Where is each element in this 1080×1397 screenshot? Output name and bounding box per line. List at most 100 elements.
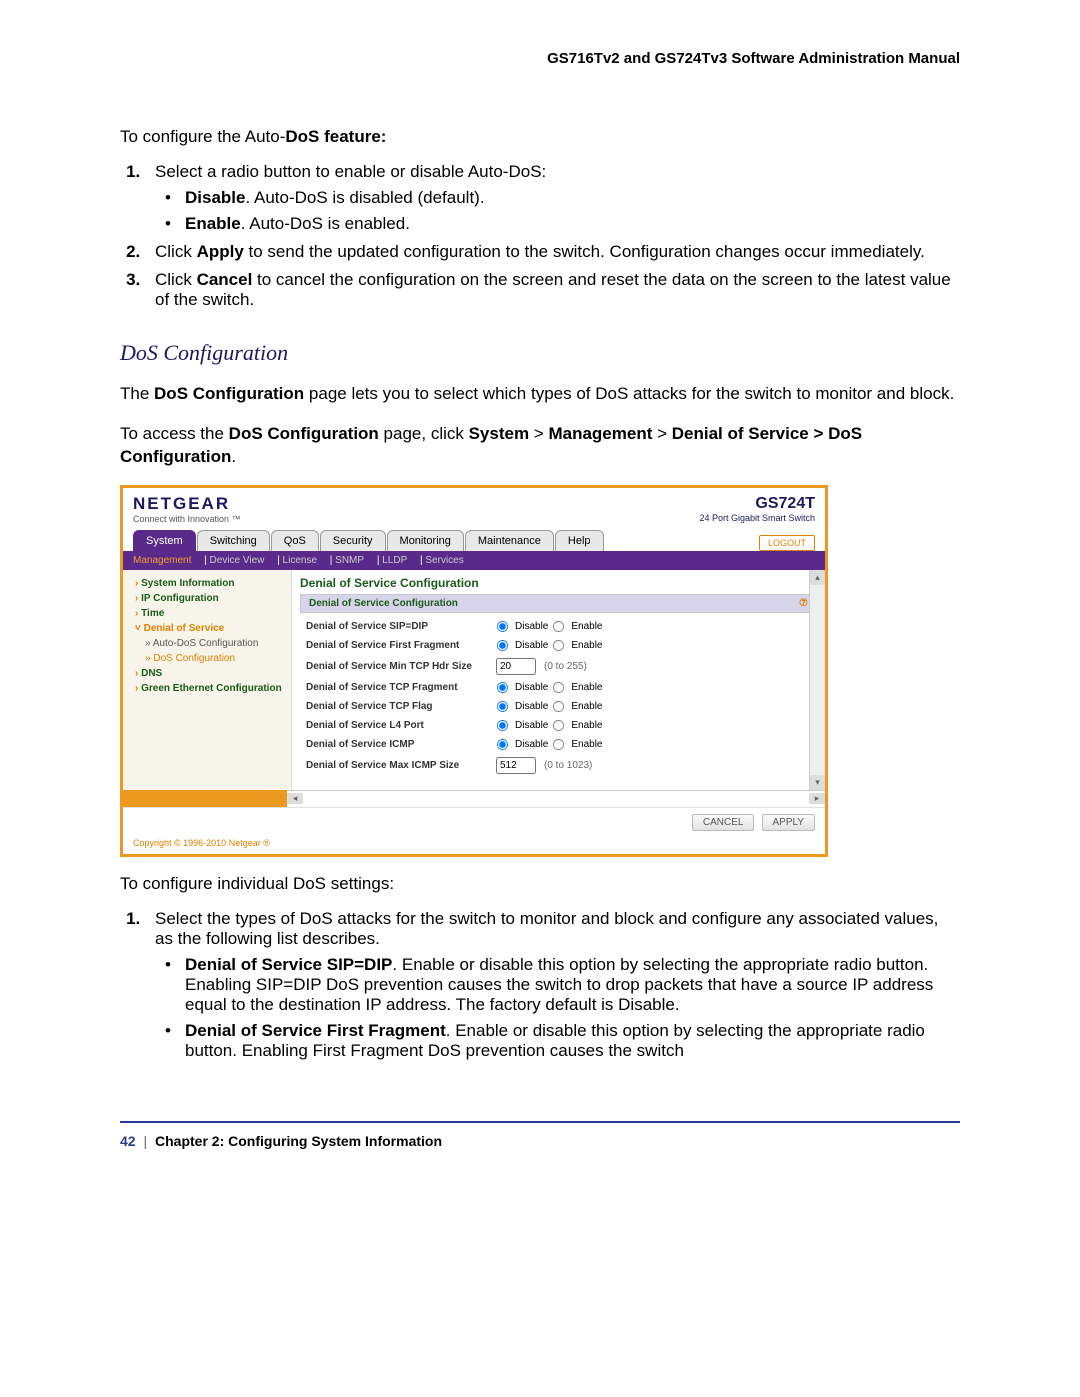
sidebar-item-dos-config[interactable]: » DoS Configuration (127, 651, 287, 666)
step-1: Select a radio button to enable or disab… (145, 162, 960, 234)
subnav-snmp[interactable]: SNMP (335, 555, 364, 566)
label-tcp-flag: Denial of Service TCP Flag (306, 701, 496, 712)
radio-ff-disable[interactable] (497, 640, 508, 651)
para-2-pre: To access the (120, 424, 229, 443)
subnav-services[interactable]: Services (425, 555, 463, 566)
tab-security[interactable]: Security (320, 530, 386, 551)
bullet-disable-rest: . Auto-DoS is disabled (default). (245, 188, 484, 207)
radio-tcpfrag-enable[interactable] (553, 682, 564, 693)
model-subtitle: 24 Port Gigabit Smart Switch (699, 513, 815, 523)
model-name: GS724T (699, 495, 815, 513)
radio-tcpflag-disable[interactable] (497, 701, 508, 712)
brand-block: NETGEAR Connect with Innovation ™ (133, 494, 241, 524)
opt-disable-3: Disable (515, 682, 548, 693)
step-3: Click Cancel to cancel the configuration… (145, 270, 960, 310)
tab-switching[interactable]: Switching (197, 530, 270, 551)
bullet-disable: Disable. Auto-DoS is disabled (default). (185, 188, 960, 208)
para-1-bold: DoS Configuration (154, 384, 304, 403)
subnav-management[interactable]: Management (133, 555, 191, 566)
screenshot-body: System Information IP Configuration Time… (123, 570, 825, 790)
row-first-fragment: Denial of Service First Fragment Disable… (302, 636, 815, 655)
para-2-b3: Management (548, 424, 652, 443)
row-tcp-fragment: Denial of Service TCP Fragment Disable E… (302, 678, 815, 697)
scroll-down-icon[interactable]: ▾ (810, 775, 825, 790)
sidebar-item-auto-dos[interactable]: » Auto-DoS Configuration (127, 636, 287, 651)
range-min-tcp-hdr: (0 to 255) (544, 661, 587, 672)
radio-l4-enable[interactable] (553, 720, 564, 731)
logout-button[interactable]: LOGOUT (759, 535, 815, 551)
sidebar-item-green-ethernet[interactable]: Green Ethernet Configuration (127, 681, 287, 696)
copyright-text: Copyright © 1996-2010 Netgear ® (123, 835, 825, 854)
panel-header: Denial of Service Configuration ⑦ (300, 594, 817, 613)
label-l4-port: Denial of Service L4 Port (306, 720, 496, 731)
tab-monitoring[interactable]: Monitoring (387, 530, 464, 551)
sub-nav: Management | Device View | License | SNM… (123, 551, 825, 570)
apply-button[interactable]: APPLY (762, 814, 816, 831)
subnav-license[interactable]: License (283, 555, 317, 566)
radio-ff-enable[interactable] (553, 640, 564, 651)
row-max-icmp: Denial of Service Max ICMP Size (0 to 10… (302, 754, 815, 777)
scroll-right-icon[interactable]: ▸ (809, 793, 825, 804)
radio-icmp-enable[interactable] (553, 739, 564, 750)
sidebar-item-time[interactable]: Time (127, 606, 287, 621)
dos-form: Denial of Service SIP=DIP Disable Enable… (300, 613, 817, 781)
model-block: GS724T 24 Port Gigabit Smart Switch (699, 495, 815, 523)
row-icmp: Denial of Service ICMP Disable Enable (302, 735, 815, 754)
sidebar-item-dns[interactable]: DNS (127, 666, 287, 681)
para-2-mid1: page, click (379, 424, 469, 443)
radio-sip-dip-enable[interactable] (553, 621, 564, 632)
step-2-bold: Apply (197, 242, 244, 261)
step-1-text: Select a radio button to enable or disab… (155, 162, 546, 181)
para-2-b1: DoS Configuration (229, 424, 379, 443)
subnav-lldp[interactable]: LLDP (382, 555, 407, 566)
sidebar-item-ip-config[interactable]: IP Configuration (127, 591, 287, 606)
sidebar-item-system-info[interactable]: System Information (127, 576, 287, 591)
dos-config-screenshot: NETGEAR Connect with Innovation ™ GS724T… (120, 485, 828, 857)
label-max-icmp: Denial of Service Max ICMP Size (306, 760, 496, 771)
sidebar-item-dos[interactable]: Denial of Service (127, 621, 287, 636)
bullet-sip-dip-bold: Denial of Service SIP=DIP (185, 955, 392, 974)
tab-system[interactable]: System (133, 530, 196, 551)
intro-bold: DoS feature: (285, 127, 386, 146)
help-icon[interactable]: ⑦ (799, 598, 808, 609)
horizontal-scrollbar[interactable]: ◂ ▸ (287, 790, 825, 807)
page-number: 42 (120, 1133, 136, 1149)
scroll-left-icon[interactable]: ◂ (287, 793, 303, 804)
input-max-icmp[interactable] (496, 757, 536, 774)
opt-disable-2: Disable (515, 640, 548, 651)
tab-qos[interactable]: QoS (271, 530, 319, 551)
brand-tagline: Connect with Innovation ™ (133, 514, 241, 524)
subnav-device-view[interactable]: Device View (210, 555, 265, 566)
radio-tcpflag-enable[interactable] (553, 701, 564, 712)
para-2-b2: System (469, 424, 529, 443)
opt-enable-4: Enable (571, 701, 602, 712)
label-sip-dip: Denial of Service SIP=DIP (306, 621, 496, 632)
radio-icmp-disable[interactable] (497, 739, 508, 750)
bullet-sip-dip: Denial of Service SIP=DIP. Enable or dis… (185, 955, 960, 1015)
bullet-first-fragment: Denial of Service First Fragment. Enable… (185, 1021, 960, 1061)
sidebar: System Information IP Configuration Time… (123, 570, 292, 790)
radio-tcpfrag-disable[interactable] (497, 682, 508, 693)
chapter-label: Chapter 2: Configuring System Informatio… (155, 1133, 442, 1149)
opt-disable: Disable (515, 621, 548, 632)
tab-maintenance[interactable]: Maintenance (465, 530, 554, 551)
page-footer: 42 | Chapter 2: Configuring System Infor… (120, 1121, 960, 1149)
label-tcp-fragment: Denial of Service TCP Fragment (306, 682, 496, 693)
main-title: Denial of Service Configuration (300, 576, 817, 594)
tab-help[interactable]: Help (555, 530, 604, 551)
input-min-tcp-hdr[interactable] (496, 658, 536, 675)
scroll-up-icon[interactable]: ▴ (810, 570, 825, 585)
range-max-icmp: (0 to 1023) (544, 760, 592, 771)
opt-disable-4: Disable (515, 701, 548, 712)
bullet-enable: Enable. Auto-DoS is enabled. (185, 214, 960, 234)
label-first-fragment: Denial of Service First Fragment (306, 640, 496, 651)
opt-enable-6: Enable (571, 739, 602, 750)
radio-sip-dip-disable[interactable] (497, 621, 508, 632)
radio-l4-disable[interactable] (497, 720, 508, 731)
row-tcp-flag: Denial of Service TCP Flag Disable Enabl… (302, 697, 815, 716)
cancel-button[interactable]: CANCEL (692, 814, 755, 831)
row-sip-dip: Denial of Service SIP=DIP Disable Enable (302, 617, 815, 636)
vertical-scrollbar[interactable]: ▴ ▾ (809, 570, 825, 790)
bullet-enable-bold: Enable (185, 214, 241, 233)
auto-dos-steps: Select a radio button to enable or disab… (120, 162, 960, 310)
